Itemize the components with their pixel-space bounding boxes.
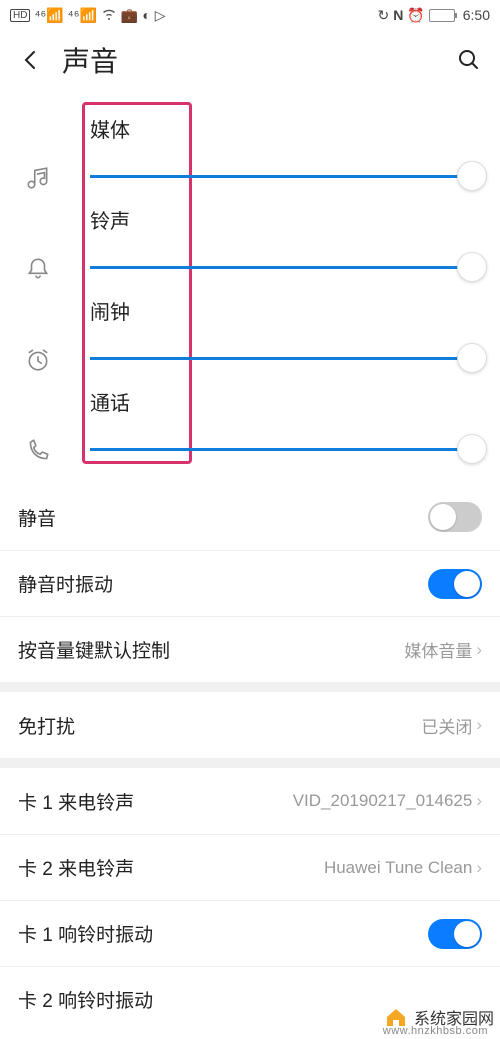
- bell-icon: [18, 256, 58, 282]
- row-sim2-vibrate[interactable]: 卡 2 响铃时振动: [0, 966, 500, 1032]
- slider-track[interactable]: [90, 161, 482, 191]
- row-mute[interactable]: 静音: [0, 484, 500, 550]
- row-value: Huawei Tune Clean: [324, 858, 472, 878]
- row-label: 卡 2 响铃时振动: [18, 986, 153, 1013]
- wifi-icon: [101, 7, 117, 23]
- row-sim2-ringtone[interactable]: 卡 2 来电铃声 Huawei Tune Clean›: [0, 834, 500, 900]
- row-label: 免打扰: [18, 712, 75, 739]
- toggle-sim1-vibrate[interactable]: [428, 919, 482, 949]
- circle-icon: ◐: [142, 7, 150, 23]
- slider-track[interactable]: [90, 252, 482, 282]
- row-volume-default[interactable]: 按音量键默认控制 媒体音量›: [0, 616, 500, 682]
- slider-track[interactable]: [90, 343, 482, 373]
- row-label: 卡 2 来电铃声: [18, 854, 134, 881]
- alarm-icon: [18, 347, 58, 373]
- settings-list: 静音 静音时振动 按音量键默认控制 媒体音量› 免打扰 已关闭› 卡 1 来电铃…: [0, 484, 500, 1032]
- row-sim1-vibrate[interactable]: 卡 1 响铃时振动: [0, 900, 500, 966]
- row-sim1-ringtone[interactable]: 卡 1 来电铃声 VID_20190217_014625›: [0, 768, 500, 834]
- status-bar: HD ⁴⁶📶 ⁴⁶📶 💼 ◐ ▷ ↻ N ⏰ 6:50: [0, 0, 500, 30]
- back-button[interactable]: [18, 47, 44, 73]
- slider-thumb[interactable]: [457, 252, 487, 282]
- row-label: 按音量键默认控制: [18, 636, 170, 663]
- slider-track[interactable]: [90, 434, 482, 464]
- slider-call: 通话: [0, 373, 500, 464]
- row-value: 已关闭: [421, 713, 472, 738]
- slider-thumb[interactable]: [457, 343, 487, 373]
- signal-icon: ⁴⁶📶: [34, 7, 63, 24]
- chevron-right-icon: ›: [476, 640, 482, 660]
- clock-time: 6:50: [463, 7, 490, 23]
- slider-ringtone: 铃声: [0, 191, 500, 282]
- row-dnd[interactable]: 免打扰 已关闭›: [0, 692, 500, 758]
- music-icon: [18, 165, 58, 191]
- row-vibrate-mute[interactable]: 静音时振动: [0, 550, 500, 616]
- slider-alarm: 闹钟: [0, 282, 500, 373]
- row-value: VID_20190217_014625: [293, 791, 473, 811]
- toggle-mute[interactable]: [428, 502, 482, 532]
- row-label: 静音: [18, 504, 56, 531]
- search-button[interactable]: [456, 47, 482, 73]
- slider-label: 媒体: [90, 114, 482, 143]
- toggle-vibrate-mute[interactable]: [428, 569, 482, 599]
- phone-icon: [18, 438, 58, 464]
- page-title: 声音: [62, 40, 438, 80]
- chevron-right-icon: ›: [476, 791, 482, 811]
- signal-icon-2: ⁴⁶📶: [68, 7, 97, 24]
- row-label: 卡 1 响铃时振动: [18, 920, 153, 947]
- chevron-right-icon: ›: [476, 858, 482, 878]
- sync-icon: ↻: [377, 7, 389, 24]
- play-icon: ▷: [155, 7, 166, 24]
- alarm-status-icon: ⏰: [407, 7, 424, 24]
- slider-label: 通话: [90, 387, 482, 416]
- slider-label: 铃声: [90, 205, 482, 234]
- slider-media: 媒体: [0, 100, 500, 191]
- row-label: 卡 1 来电铃声: [18, 788, 134, 815]
- row-label: 静音时振动: [18, 570, 113, 597]
- battery-icon: [429, 9, 455, 22]
- chevron-right-icon: ›: [476, 715, 482, 735]
- briefcase-icon: 💼: [121, 7, 138, 24]
- nfc-icon: N: [393, 7, 403, 23]
- nav-bar: 声音: [0, 30, 500, 90]
- slider-thumb[interactable]: [457, 434, 487, 464]
- slider-thumb[interactable]: [457, 161, 487, 191]
- volume-sliders: 媒体 铃声 闹钟: [0, 90, 500, 484]
- slider-label: 闹钟: [90, 296, 482, 325]
- hd-badge: HD: [10, 9, 30, 22]
- row-value: 媒体音量: [404, 637, 472, 662]
